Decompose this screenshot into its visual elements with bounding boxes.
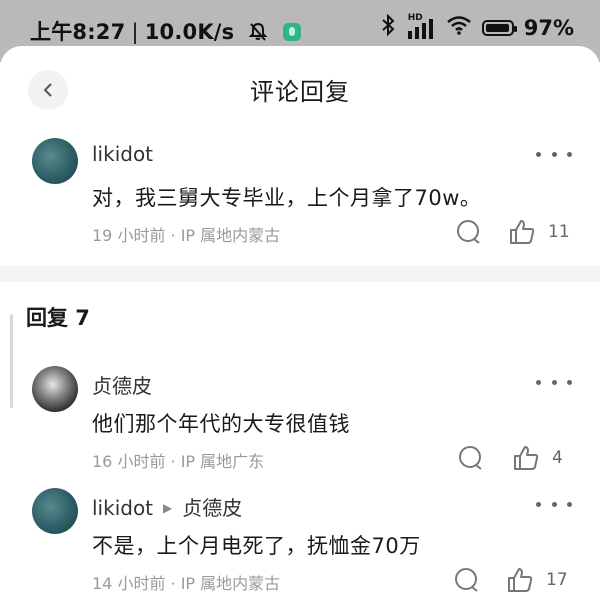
reply-text: 他们那个年代的大专很值钱 — [92, 412, 350, 436]
reply-text: 不是，上个月电死了，抚恤金70万 — [92, 534, 421, 558]
comment-meta: 19 小时前 · IP 属地内蒙古 — [92, 226, 281, 245]
more-icon[interactable] — [536, 502, 572, 510]
like-icon[interactable] — [512, 444, 540, 472]
page-title: 评论回复 — [250, 78, 350, 106]
comment-icon[interactable] — [456, 444, 484, 472]
reply-meta: 14 小时前 · IP 属地内蒙古 — [92, 574, 281, 593]
like-icon[interactable] — [508, 218, 536, 246]
battery-percent: 97% — [523, 15, 574, 40]
status-net-speed: 10.0K/s — [144, 20, 235, 44]
reply-sheet: 评论回复 likidot 对，我三舅大专毕业，上个月拿了70w。 19 小时前 … — [0, 46, 600, 598]
app-notification-icon — [283, 23, 302, 41]
section-divider — [0, 266, 600, 282]
avatar[interactable] — [32, 488, 78, 534]
replies-title: 回复 7 — [26, 306, 90, 330]
reply-item: likidot ▶ 贞德皮 不是，上个月电死了，抚恤金70万 14 小时前 · IP… — [0, 484, 600, 598]
mute-bell-icon — [248, 22, 268, 47]
comment-username[interactable]: likidot — [92, 142, 153, 166]
reply-author[interactable]: likidot — [92, 496, 153, 520]
more-icon[interactable] — [536, 152, 572, 160]
wifi-icon — [446, 15, 472, 40]
like-icon[interactable] — [506, 566, 534, 594]
avatar[interactable] — [32, 138, 78, 184]
status-left: 上午8:27 | 10.0K/s — [30, 16, 302, 47]
reply-target[interactable]: 贞德皮 — [182, 496, 242, 520]
like-count: 17 — [546, 570, 568, 590]
main-comment: likidot 对，我三舅大专毕业，上个月拿了70w。 19 小时前 · IP … — [0, 136, 600, 266]
status-time: 上午8:27 — [30, 20, 126, 44]
reply-meta: 16 小时前 · IP 属地广东 — [92, 452, 265, 471]
reply-username: likidot ▶ 贞德皮 — [92, 492, 242, 521]
signal-icon: HD — [406, 13, 436, 39]
reply-arrow-icon: ▶ — [163, 501, 173, 515]
like-count: 4 — [552, 448, 563, 468]
comment-icon[interactable] — [452, 566, 480, 594]
status-separator: | — [131, 20, 139, 44]
comment-text: 对，我三舅大专毕业，上个月拿了70w。 — [92, 186, 482, 210]
battery-icon — [481, 19, 517, 36]
avatar[interactable] — [32, 366, 78, 412]
reply-item: 贞德皮 他们那个年代的大专很值钱 16 小时前 · IP 属地广东 4 — [0, 362, 600, 482]
header: 评论回复 — [0, 46, 600, 134]
bluetooth-icon — [380, 13, 396, 41]
comment-icon[interactable] — [454, 218, 482, 246]
status-right: HD 97% — [380, 13, 574, 41]
like-count: 11 — [548, 222, 570, 242]
more-icon[interactable] — [536, 380, 572, 388]
reply-username[interactable]: 贞德皮 — [92, 370, 152, 399]
